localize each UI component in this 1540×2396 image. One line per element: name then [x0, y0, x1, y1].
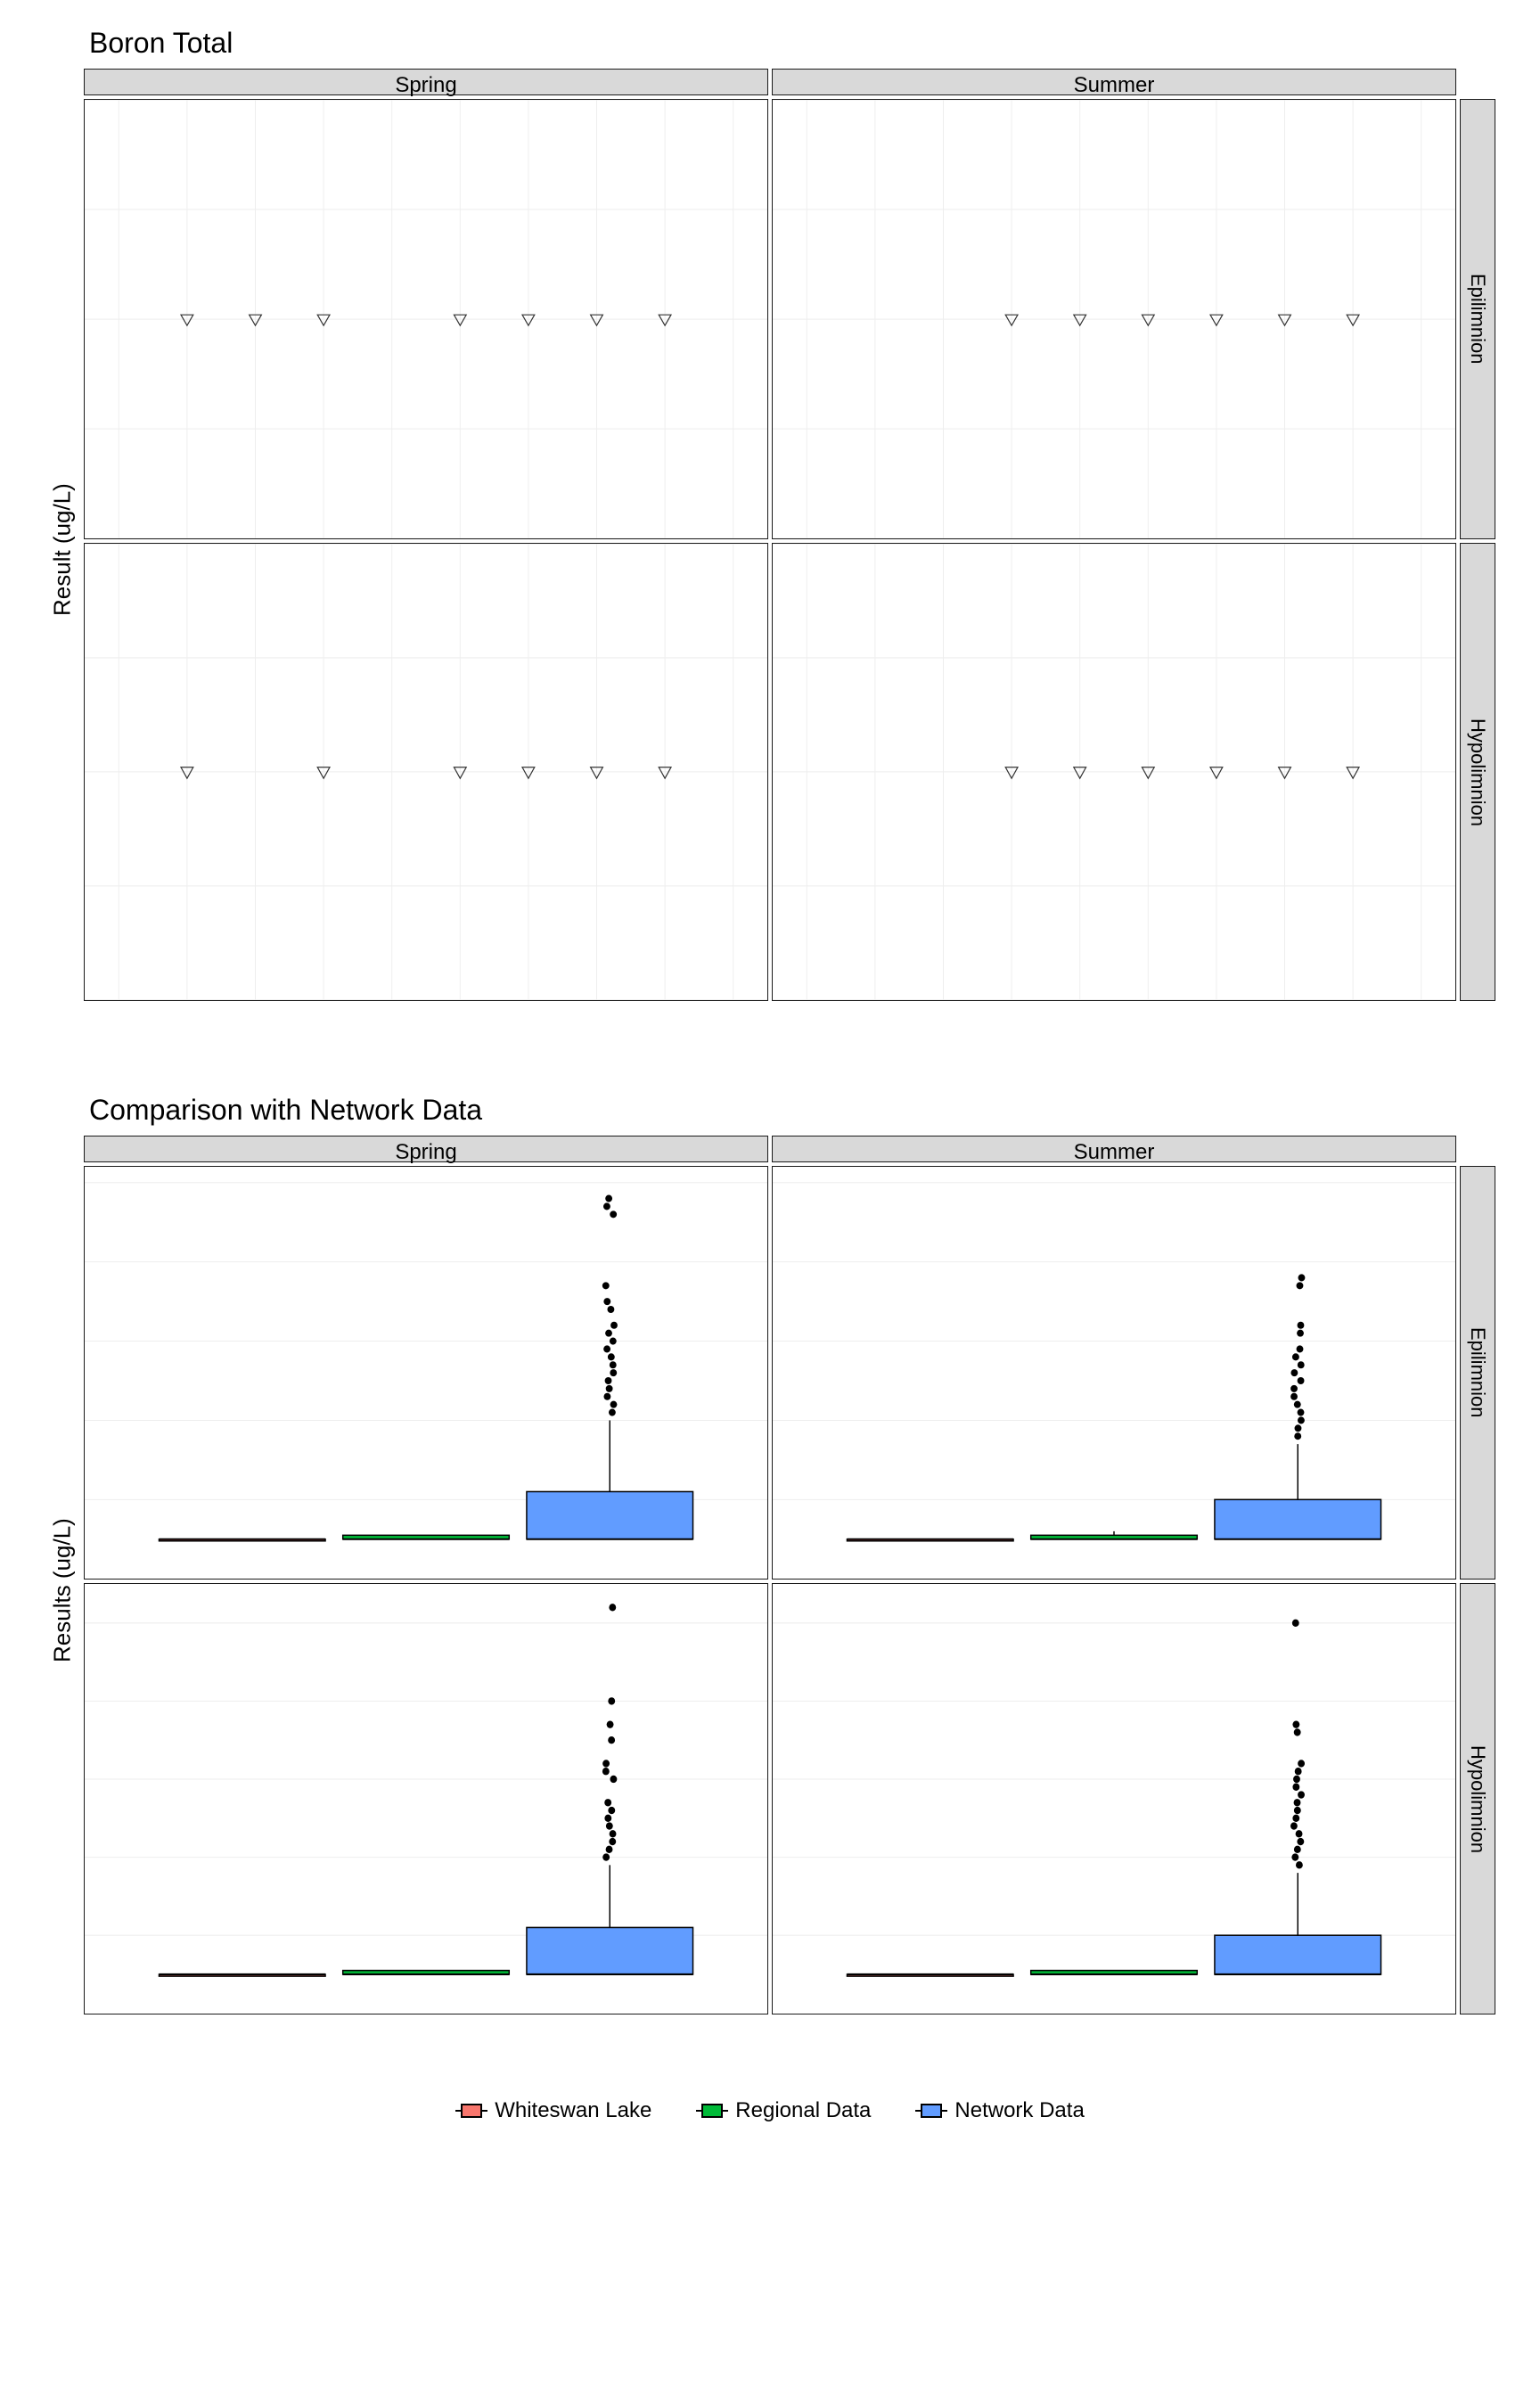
legend-item-whiteswan: Whiteswan Lake [455, 2098, 651, 2123]
panel-summer-hypo: 2016201720182019202020212022202320242025 [772, 543, 1456, 1001]
bottom-facet-grid: Results (ug/L) Spring Summer Epilimnion … [45, 1136, 1495, 2045]
top-facet-grid: Result (ug/L) Spring Summer Epilimnion H… [45, 69, 1495, 1031]
legend-key-icon [696, 2100, 728, 2121]
top-chart-title: Boron Total [89, 27, 1495, 60]
bpanel-summer-epi [772, 1166, 1456, 1580]
row-header-epi: Epilimnion [1460, 99, 1495, 539]
row-header-hypo-b: Hypolimnion [1460, 1583, 1495, 2014]
panel-spring-hypo: 4.9504.9755.0005.0255.050201620172018201… [84, 543, 768, 1001]
bpanel-spring-hypo: 1020304050Boron Total [84, 1583, 768, 2014]
row-header-hypo: Hypolimnion [1460, 543, 1495, 1001]
row-header-epi-b: Epilimnion [1460, 1166, 1495, 1580]
legend: Whiteswan Lake Regional Data Network Dat… [45, 2098, 1495, 2123]
legend-key-icon [455, 2100, 487, 2121]
panel-spring-epi: 4.9504.9755.0005.0255.050 [84, 99, 768, 539]
col-header-spring: Spring [84, 69, 768, 95]
legend-key-icon [915, 2100, 947, 2121]
legend-item-regional: Regional Data [696, 2098, 871, 2123]
col-header-summer: Summer [772, 69, 1456, 95]
col-header-summer-b: Summer [772, 1136, 1456, 1162]
col-header-spring-b: Spring [84, 1136, 768, 1162]
bpanel-summer-hypo: Boron Total [772, 1583, 1456, 2014]
legend-item-network: Network Data [915, 2098, 1084, 2123]
bottom-chart-title: Comparison with Network Data [89, 1094, 1495, 1127]
panel-summer-epi [772, 99, 1456, 539]
legend-label: Whiteswan Lake [495, 2098, 651, 2123]
figure: Boron Total Result (ug/L) Spring Summer … [0, 0, 1540, 2150]
top-y-axis-label: Result (ug/L) [45, 99, 80, 1001]
legend-label: Network Data [954, 2098, 1084, 2123]
legend-label: Regional Data [735, 2098, 871, 2123]
bottom-y-axis-label: Results (ug/L) [45, 1166, 80, 2014]
bpanel-spring-epi: 1020304050 [84, 1166, 768, 1580]
